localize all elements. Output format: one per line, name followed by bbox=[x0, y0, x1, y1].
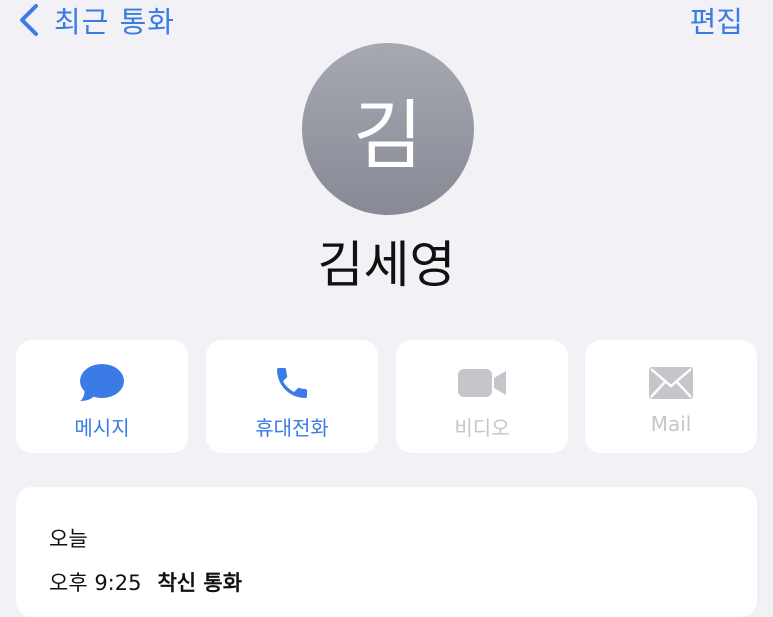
mail-button-label: Mail bbox=[650, 412, 692, 436]
back-button-label: 최근 통화 bbox=[54, 5, 175, 39]
contact-actions: 메시지 휴대전화 비디오 Mail bbox=[16, 340, 757, 455]
call-time: 오후 9:25 bbox=[49, 571, 142, 595]
back-button[interactable]: 최근 통화 bbox=[16, 0, 175, 40]
contact-name: 김세영 bbox=[317, 236, 456, 294]
video-call-button-label: 비디오 bbox=[454, 416, 510, 440]
chevron-left-icon bbox=[20, 4, 38, 36]
phone-icon bbox=[277, 368, 307, 398]
call-history-entry: 오후 9:25 착신 통화 bbox=[49, 567, 242, 597]
contact-avatar: 김 bbox=[302, 43, 474, 215]
navigation-bar: 최근 통화 편집 bbox=[0, 0, 773, 40]
video-camera-icon bbox=[458, 369, 506, 397]
mail-envelope-icon bbox=[649, 367, 693, 399]
mobile-call-button[interactable]: 휴대전화 bbox=[206, 340, 378, 453]
mail-button[interactable]: Mail bbox=[585, 340, 757, 453]
mobile-call-button-label: 휴대전화 bbox=[255, 416, 329, 440]
call-history-date: 오늘 bbox=[49, 527, 88, 551]
call-type: 착신 통화 bbox=[157, 571, 243, 595]
message-button[interactable]: 메시지 bbox=[16, 340, 188, 453]
message-button-label: 메시지 bbox=[74, 416, 130, 440]
video-call-button[interactable]: 비디오 bbox=[396, 340, 568, 453]
avatar-initial: 김 bbox=[353, 91, 423, 180]
edit-button[interactable]: 편집 bbox=[690, 0, 743, 40]
message-bubble-icon bbox=[80, 364, 124, 401]
